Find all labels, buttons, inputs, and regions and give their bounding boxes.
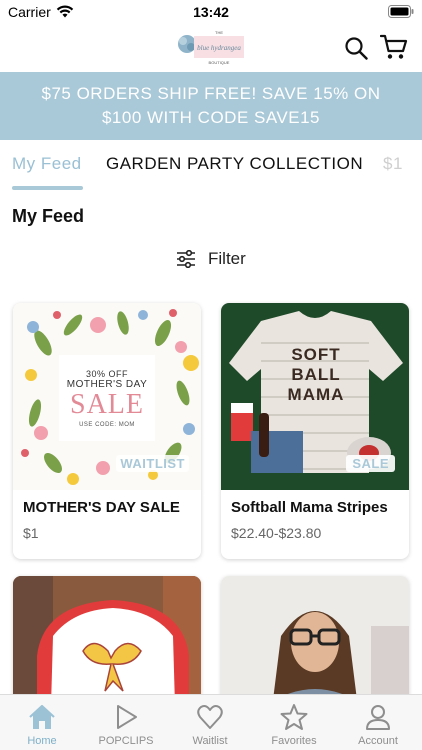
promo-banner[interactable]: $75 ORDERS SHIP FREE! SAVE 15% ON $100 W… xyxy=(0,72,422,140)
tab-my-feed[interactable]: My Feed xyxy=(12,154,82,174)
product-image: SOFT BALL MAMA SALE xyxy=(221,303,409,490)
bottom-tab-bar: Home POPCLIPS Waitlist Favorites Account xyxy=(0,694,422,750)
heart-icon xyxy=(197,705,223,729)
collection-tabs: My Feed GARDEN PARTY COLLECTION $1 xyxy=(0,140,422,194)
tabbar-item-favorites[interactable]: Favorites xyxy=(252,695,336,750)
tabbar-item-account[interactable]: Account xyxy=(336,695,420,750)
status-time: 13:42 xyxy=(193,4,229,20)
app-screen: Carrier 13:42 THE blue hydrangea BOUTIQU… xyxy=(0,0,422,750)
promo-code: USE CODE: MOM xyxy=(79,421,135,428)
product-title: MOTHER'S DAY SALE xyxy=(23,499,180,516)
person-icon xyxy=(366,705,390,730)
app-header: THE blue hydrangea BOUTIQUE xyxy=(0,24,422,72)
active-tab-indicator xyxy=(12,186,83,190)
play-icon xyxy=(117,705,137,729)
tabbar-label: Waitlist xyxy=(192,735,228,747)
filter-button[interactable]: Filter xyxy=(176,249,246,269)
shirt-text-line-1: SOFT xyxy=(291,345,341,364)
star-icon xyxy=(280,704,308,730)
shirt-text-line-3: MAMA xyxy=(287,385,345,404)
battery-icon xyxy=(388,5,414,18)
search-icon[interactable] xyxy=(344,36,368,60)
product-card[interactable] xyxy=(13,576,201,706)
shirt-text-line-2: BALL xyxy=(291,365,341,384)
product-price: $22.40-$23.80 xyxy=(231,525,322,541)
promo-text: $75 ORDERS SHIP FREE! SAVE 15% ON $100 W… xyxy=(41,84,381,127)
promo-discount: 30% OFF xyxy=(85,368,128,379)
product-price: $1 xyxy=(23,525,39,541)
model-photo-illustration xyxy=(221,576,409,706)
tabbar-label: Favorites xyxy=(271,735,317,747)
filter-sliders-icon xyxy=(177,250,195,268)
tabbar-label: POPCLIPS xyxy=(98,735,154,747)
product-card[interactable]: SOFT BALL MAMA SALE Softball Mama Stripe… xyxy=(221,303,409,559)
product-title: Softball Mama Stripes xyxy=(231,499,388,516)
product-image xyxy=(13,576,201,706)
section-title: My Feed xyxy=(12,206,85,226)
product-card[interactable]: 30% OFF MOTHER'S DAY SALE USE CODE: MOM … xyxy=(13,303,201,559)
product-image: 30% OFF MOTHER'S DAY SALE USE CODE: MOM … xyxy=(13,303,201,490)
svg-text:BOUTIQUE: BOUTIQUE xyxy=(209,60,230,65)
home-icon xyxy=(29,704,55,729)
status-bar: Carrier 13:42 xyxy=(0,0,422,24)
sale-badge: SALE xyxy=(346,455,395,472)
tabbar-item-popclips[interactable]: POPCLIPS xyxy=(84,695,168,750)
promo-sale-word: SALE xyxy=(70,388,144,420)
boutique-logo[interactable]: THE blue hydrangea BOUTIQUE xyxy=(174,28,248,68)
cart-icon[interactable] xyxy=(380,33,408,61)
product-card[interactable] xyxy=(221,576,409,706)
tab-garden-party-collection[interactable]: GARDEN PARTY COLLECTION xyxy=(106,154,363,174)
waitlist-badge: WAITLIST xyxy=(116,455,189,472)
promo-occasion: MOTHER'S DAY xyxy=(66,378,148,390)
promo-panel: 30% OFF MOTHER'S DAY SALE USE CODE: MOM xyxy=(59,355,155,441)
tabbar-label: Home xyxy=(27,735,57,747)
product-image xyxy=(221,576,409,706)
tabbar-item-waitlist[interactable]: Waitlist xyxy=(168,695,252,750)
filter-label: Filter xyxy=(208,249,246,268)
svg-text:THE: THE xyxy=(215,30,223,35)
tabbar-item-home[interactable]: Home xyxy=(0,695,84,750)
tabbar-label: Account xyxy=(358,735,398,747)
trucker-hat-illustration xyxy=(13,576,201,706)
tab-dollar-collection[interactable]: $1 xyxy=(383,154,403,174)
svg-text:blue hydrangea: blue hydrangea xyxy=(197,44,241,52)
